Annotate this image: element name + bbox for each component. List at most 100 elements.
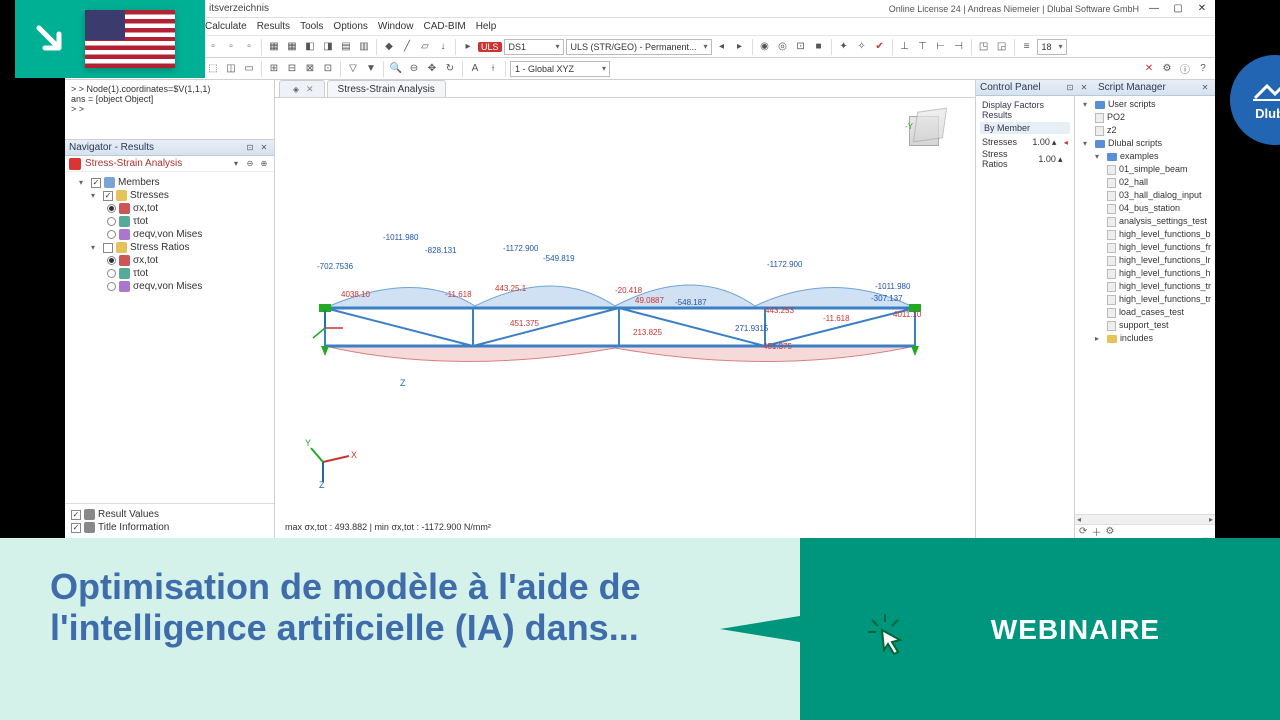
tb2-snap2-icon[interactable]: ⊟ (284, 61, 300, 77)
tb2-zoom-out-icon[interactable]: ⊖ (406, 61, 422, 77)
result-values[interactable]: Result Values (98, 509, 159, 520)
menu-calculate[interactable]: Calculate (205, 21, 247, 32)
tree-item[interactable]: σeqv,von Mises (133, 229, 202, 240)
tb-load-icon[interactable]: ↓ (435, 39, 451, 55)
checkbox[interactable]: ✓ (103, 191, 113, 201)
pin-icon[interactable]: ⊡ (244, 142, 256, 154)
expand-icon[interactable]: ▾ (79, 178, 88, 187)
tb2-filter1-icon[interactable]: ▽ (345, 61, 361, 77)
close-icon[interactable]: ✕ (258, 142, 270, 154)
tb-solid-icon[interactable]: ■ (811, 39, 827, 55)
menu-options[interactable]: Options (333, 21, 367, 32)
tb2-measure-icon[interactable]: ⟊ (485, 61, 501, 77)
checkbox[interactable] (103, 243, 113, 253)
tree-stress-ratios[interactable]: Stress Ratios (130, 242, 189, 253)
tb-calc-icon[interactable]: ▸ (460, 39, 476, 55)
sm-examples[interactable]: examples (1120, 150, 1159, 163)
tb-wireframe-icon[interactable]: ⊡ (793, 39, 809, 55)
sm-user-scripts[interactable]: User scripts (1108, 98, 1156, 111)
tb-grid-icon[interactable]: ▦ (266, 39, 282, 55)
radio[interactable] (107, 204, 116, 213)
chevron-down-icon[interactable]: ▾ (230, 158, 242, 170)
tb-dim3-icon[interactable]: ⊢ (933, 39, 949, 55)
tb-layer-icon[interactable]: ≡ (1019, 39, 1035, 55)
cp-value[interactable]: 1.00 (1028, 154, 1056, 164)
tb2-rect-icon[interactable]: ▭ (241, 61, 257, 77)
cp-value[interactable]: 1.00 (1022, 137, 1050, 147)
tree-item[interactable]: σeqv,von Mises (133, 281, 202, 292)
sm-item[interactable]: high_level_functions_h (1119, 267, 1211, 280)
sm-item[interactable]: high_level_functions_b (1119, 228, 1211, 241)
tb-tools2-icon[interactable]: ✧ (854, 39, 870, 55)
sm-item[interactable]: PO2 (1107, 111, 1125, 124)
language-selector[interactable] (15, 0, 205, 78)
sm-item[interactable]: analysis_settings_test (1119, 215, 1207, 228)
chevron-down-icon[interactable]: ▾ (1095, 150, 1104, 163)
tb2-filter2-icon[interactable]: ▼ (363, 61, 379, 77)
radio[interactable] (107, 269, 116, 278)
checkbox[interactable]: ✓ (91, 178, 101, 188)
combo-layer[interactable]: 18 (1037, 39, 1067, 55)
tb-prev-icon[interactable]: ◂ (714, 39, 730, 55)
tb2-rotate-icon[interactable]: ↻ (442, 61, 458, 77)
sm-item[interactable]: 03_hall_dialog_input (1119, 189, 1202, 202)
expand-icon[interactable]: ⊕ (258, 158, 270, 170)
tb2-window-icon[interactable]: ◫ (223, 61, 239, 77)
sm-settings-icon[interactable]: ⚙ (1105, 526, 1114, 537)
radio[interactable] (107, 256, 116, 265)
tb-new-icon[interactable]: ▫ (205, 39, 221, 55)
tree-item[interactable]: σx,tot (133, 203, 158, 214)
maximize-button[interactable]: ▢ (1169, 2, 1187, 16)
minimize-button[interactable]: — (1145, 2, 1163, 16)
sm-add-icon[interactable]: ＋ (1091, 524, 1101, 538)
tree-item[interactable]: τtot (133, 268, 148, 279)
tb-cube-icon[interactable]: ◧ (302, 39, 318, 55)
combo-design-situation[interactable]: DS1 (504, 39, 564, 55)
view-cube[interactable]: -Y (903, 106, 949, 152)
tb2-snap3-icon[interactable]: ⊠ (302, 61, 318, 77)
tb-iso-icon[interactable]: ◳ (976, 39, 992, 55)
radio[interactable] (107, 217, 116, 226)
tree-item[interactable]: τtot (133, 216, 148, 227)
collapse-icon[interactable]: ⊖ (244, 158, 256, 170)
tb-view1-icon[interactable]: ▤ (338, 39, 354, 55)
tb2-snap4-icon[interactable]: ⊡ (320, 61, 336, 77)
tab-placeholder[interactable]: ◈✕ (279, 80, 325, 97)
menu-cad-bim[interactable]: CAD-BIM (423, 21, 465, 32)
tb-save-icon[interactable]: ▫ (241, 39, 257, 55)
tb-tools1-icon[interactable]: ✦ (836, 39, 852, 55)
chevron-down-icon[interactable]: ▾ (1083, 98, 1092, 111)
spinner-icon[interactable]: ▴ (1052, 137, 1062, 147)
spinner-icon[interactable]: ▴ (1058, 154, 1068, 164)
scrollbar-horizontal[interactable]: ◂▸ (1075, 514, 1215, 524)
expand-icon[interactable]: ▾ (91, 191, 100, 200)
sm-item[interactable]: 04_bus_station (1119, 202, 1180, 215)
bymember-section[interactable]: By Member (984, 123, 1030, 133)
tb2-select-icon[interactable]: ⬚ (205, 61, 221, 77)
tb-dim2-icon[interactable]: ⊤ (915, 39, 931, 55)
tb-dim1-icon[interactable]: ⊥ (897, 39, 913, 55)
menu-results[interactable]: Results (257, 21, 290, 32)
close-icon[interactable]: ✕ (1078, 82, 1090, 94)
tb2-snap1-icon[interactable]: ⊞ (266, 61, 282, 77)
pin-icon[interactable]: ⊡ (1064, 82, 1076, 94)
tb-member-icon[interactable]: ╱ (399, 39, 415, 55)
sm-item[interactable]: load_cases_test (1119, 306, 1184, 319)
tb-next-icon[interactable]: ▸ (732, 39, 748, 55)
tb2-delete-icon[interactable]: ✕ (1141, 61, 1157, 77)
menu-help[interactable]: Help (476, 21, 497, 32)
tb-grid2-icon[interactable]: ▦ (284, 39, 300, 55)
tb-node-icon[interactable]: ◆ (381, 39, 397, 55)
title-information[interactable]: Title Information (98, 522, 169, 533)
combo-load-combination[interactable]: ULS (STR/GEO) - Permanent... (566, 39, 712, 55)
sm-includes[interactable]: includes (1120, 332, 1153, 345)
sm-dlubal-scripts[interactable]: Dlubal scripts (1108, 137, 1162, 150)
close-icon[interactable]: ✕ (306, 84, 314, 95)
tree-members[interactable]: Members (118, 177, 160, 188)
sm-item[interactable]: high_level_functions_fr (1119, 241, 1211, 254)
checkbox[interactable]: ✓ (71, 510, 81, 520)
chevron-down-icon[interactable]: ▾ (1083, 137, 1092, 150)
radio[interactable] (107, 230, 116, 239)
tb-render2-icon[interactable]: ◎ (775, 39, 791, 55)
tb2-help-icon[interactable]: ? (1195, 61, 1211, 77)
